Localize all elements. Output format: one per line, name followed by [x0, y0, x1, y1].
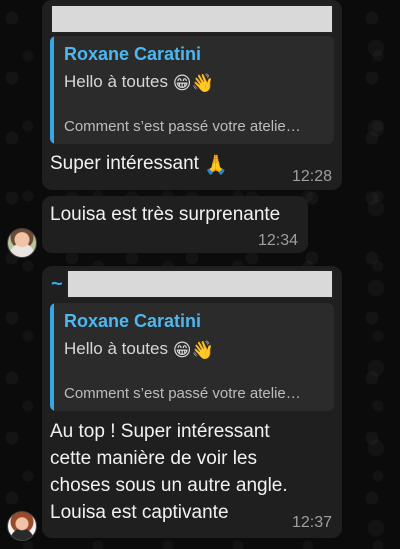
- chat-thread[interactable]: Roxane Caratini Hello à toutes 😁👋 Commen…: [0, 0, 400, 549]
- quote-author: Roxane Caratini: [64, 311, 202, 331]
- redacted-sender-name: [50, 4, 334, 34]
- sender-avatar[interactable]: [7, 228, 37, 258]
- quote-accent-bar: [50, 303, 54, 411]
- message-bubble[interactable]: ~ Roxane Caratini Hello à toutes 😁👋 Comm…: [42, 266, 342, 538]
- message-timestamp: 12:34: [257, 232, 298, 249]
- quote-truncated-line: Comment s’est passé votre atelie…: [64, 385, 301, 402]
- quote-preview-line: Hello à toutes 😁👋: [64, 72, 214, 94]
- message-line: choses sous un autre angle.: [50, 475, 288, 496]
- message-text: Au top ! Super intéressant cette manière…: [50, 418, 288, 526]
- grin-wave-emoji-icon: 😁👋: [172, 73, 214, 93]
- message-line: cette manière de voir les: [50, 448, 257, 469]
- grin-wave-emoji-icon: 😁👋: [172, 340, 214, 360]
- message-text: Louisa est très surprenante: [50, 204, 281, 225]
- quoted-message[interactable]: Roxane Caratini Hello à toutes 😁👋 Commen…: [50, 36, 334, 144]
- quoted-message[interactable]: Roxane Caratini Hello à toutes 😁👋 Commen…: [50, 303, 334, 411]
- message-text-content: Super intéressant: [50, 153, 199, 174]
- message-line: Au top ! Super intéressant: [50, 421, 270, 442]
- message-bubble[interactable]: Louisa est très surprenante 12:34: [42, 196, 308, 253]
- quote-author: Roxane Caratini: [64, 44, 202, 64]
- quote-preview-line: Hello à toutes 😁👋: [64, 339, 214, 361]
- sender-avatar[interactable]: [7, 511, 37, 541]
- message-bubble[interactable]: Roxane Caratini Hello à toutes 😁👋 Commen…: [42, 0, 342, 190]
- redacted-sender-name: [66, 269, 334, 299]
- quote-preview-text: Hello à toutes: [64, 339, 168, 358]
- quote-accent-bar: [50, 36, 54, 144]
- quote-preview-text: Hello à toutes: [64, 72, 168, 91]
- praying-hands-emoji-icon: 🙏: [204, 155, 228, 176]
- message-line: Louisa est captivante: [50, 502, 229, 523]
- message-timestamp: 12:37: [291, 514, 332, 531]
- message-timestamp: 12:28: [291, 168, 332, 185]
- sender-prefix: ~: [51, 273, 63, 295]
- message-text: Super intéressant 🙏: [50, 153, 228, 177]
- quote-truncated-line: Comment s’est passé votre atelie…: [64, 118, 301, 135]
